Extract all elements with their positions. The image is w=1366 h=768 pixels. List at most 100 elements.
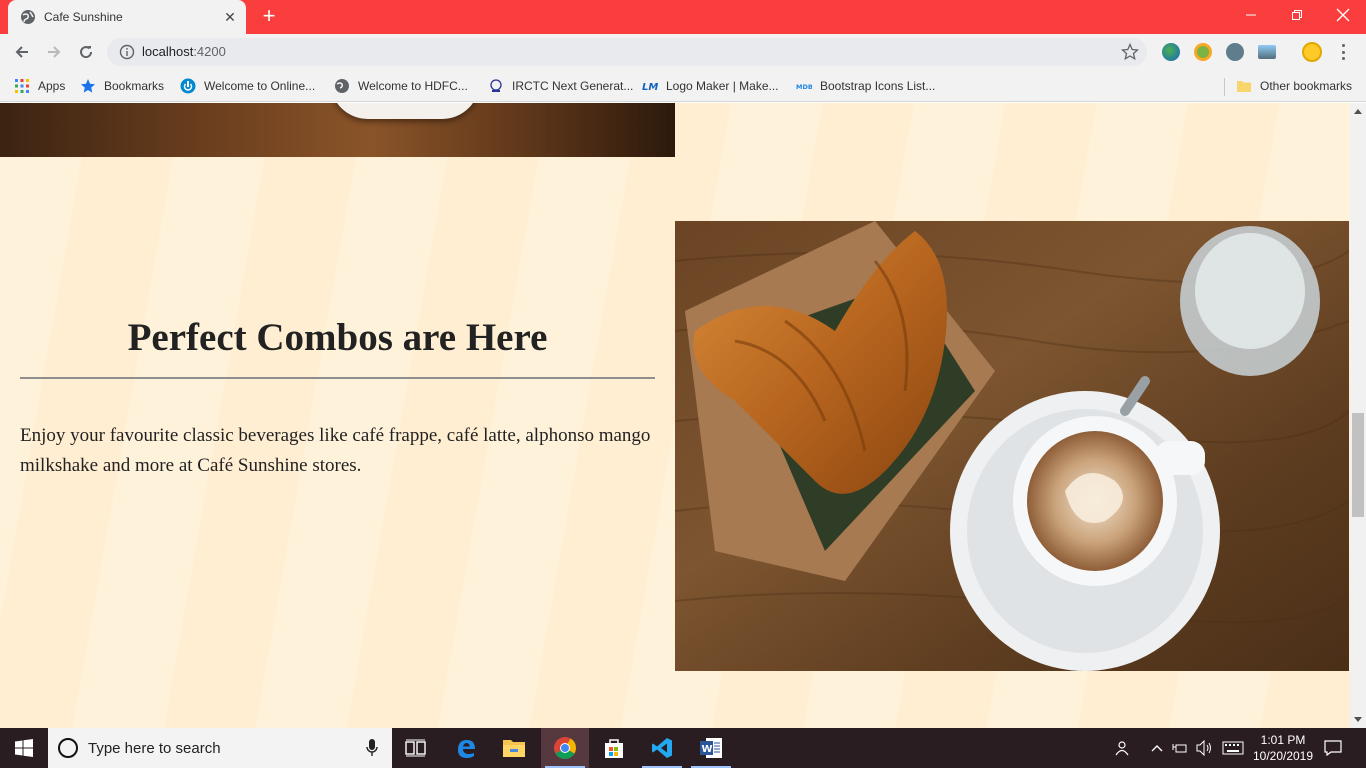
minimize-button[interactable] [1228, 0, 1274, 30]
bookmark-label: Welcome to HDFC... [358, 79, 468, 93]
coffee-cup-graphic [330, 103, 480, 119]
clock-time: 1:01 PM [1260, 733, 1306, 747]
bookmarks-bar: Apps Bookmarks Welcome to Online... Welc… [0, 70, 1366, 102]
page-content: Perfect Combos are Here Enjoy your favou… [0, 103, 1350, 728]
browser-toolbar: localhost:4200 [0, 34, 1366, 70]
battery-plug-icon [1172, 744, 1187, 753]
cortana-icon [58, 738, 78, 758]
forward-button[interactable] [40, 38, 68, 66]
input-method-button[interactable] [1220, 728, 1246, 768]
bookmark-bootstrap-icons[interactable]: MDB Bootstrap Icons List... [796, 76, 935, 96]
word-taskbar-button[interactable]: W [687, 728, 735, 768]
bookmark-label: Bookmarks [104, 79, 165, 93]
croissant-coffee-image [675, 221, 1349, 671]
extension-coin-icon[interactable] [1194, 43, 1212, 61]
menu-icon[interactable] [1336, 42, 1350, 62]
bookmark-irctc[interactable]: IRCTC Next Generat... [488, 76, 633, 96]
people-icon [1115, 741, 1129, 756]
bookmark-star-icon[interactable] [1121, 43, 1139, 61]
windows-logo-icon [15, 739, 33, 757]
page-scrollbar[interactable] [1350, 103, 1366, 728]
svg-text:LM: LM [642, 82, 658, 93]
forward-arrow-icon [48, 46, 61, 58]
back-arrow-icon [15, 46, 28, 58]
keyboard-icon [1222, 741, 1244, 755]
windows-taskbar: Type here to search W 1:01 PM 10/20/2019 [0, 728, 1366, 768]
bookmark-label: Bootstrap Icons List... [820, 79, 936, 93]
bookmarks-separator [1224, 78, 1225, 96]
start-button[interactable] [0, 728, 48, 768]
extension-screenshot-icon[interactable] [1258, 45, 1276, 59]
store-bag-icon [605, 739, 623, 758]
bookmark-label: IRCTC Next Generat... [512, 79, 634, 93]
vscode-taskbar-button[interactable] [638, 728, 686, 768]
scroll-thumb[interactable] [1352, 413, 1364, 517]
scroll-up-icon[interactable] [1354, 109, 1362, 114]
task-view-icon [405, 739, 426, 757]
restore-icon [1292, 10, 1302, 20]
bookmark-label: Logo Maker | Make... [666, 79, 779, 93]
volume-button[interactable] [1194, 728, 1216, 768]
logomaker-icon: LM [642, 82, 658, 93]
bookmark-logo-maker[interactable]: LM Logo Maker | Make... [642, 76, 779, 96]
scroll-down-icon[interactable] [1354, 717, 1362, 722]
tab-close-icon[interactable]: ✕ [218, 5, 242, 29]
bookmark-hdfc[interactable]: Welcome to HDFC... [334, 76, 468, 96]
bookmark-online[interactable]: Welcome to Online... [180, 76, 315, 96]
taskbar-search-box[interactable]: Type here to search [48, 728, 392, 768]
previous-section-image [0, 103, 675, 157]
bookmark-other[interactable]: Other bookmarks [1236, 76, 1352, 96]
taskbar-clock[interactable]: 1:01 PM 10/20/2019 [1250, 732, 1316, 764]
chevron-up-icon [1151, 745, 1163, 752]
power-status-button[interactable] [1170, 728, 1190, 768]
microphone-icon[interactable] [366, 739, 378, 757]
globe-icon [335, 79, 349, 93]
section-paragraph: Enjoy your favourite classic beverages l… [20, 425, 651, 476]
new-tab-button[interactable]: + [256, 5, 282, 29]
svg-text:MDB: MDB [796, 83, 812, 91]
address-bar[interactable]: localhost:4200 [107, 38, 1147, 66]
browser-tab[interactable]: Cafe Sunshine ✕ [8, 0, 246, 34]
tab-title: Cafe Sunshine [44, 10, 123, 24]
irctc-logo-icon [490, 79, 502, 92]
section-heading: Perfect Combos are Here [127, 316, 548, 359]
extension-earth-icon[interactable] [1162, 43, 1180, 61]
apps-grid-icon [15, 79, 29, 93]
restore-button[interactable] [1274, 0, 1320, 30]
clock-date: 10/20/2019 [1252, 749, 1314, 763]
power-circle-icon [180, 78, 196, 94]
bookmark-bookmarks[interactable]: Bookmarks [80, 76, 164, 96]
action-center-button[interactable] [1322, 728, 1344, 768]
chrome-icon [554, 737, 576, 759]
speaker-icon [1196, 740, 1211, 756]
profile-avatar[interactable] [1302, 42, 1322, 62]
chrome-taskbar-button[interactable] [541, 728, 589, 768]
store-taskbar-button[interactable] [590, 728, 638, 768]
svg-text:W: W [702, 744, 713, 755]
back-button[interactable] [8, 38, 36, 66]
task-view-button[interactable] [392, 728, 440, 768]
minimize-icon [1246, 14, 1256, 16]
edge-taskbar-button[interactable] [442, 728, 490, 768]
info-icon[interactable] [119, 44, 135, 60]
mdb-icon: MDB [796, 83, 812, 91]
people-button[interactable] [1110, 728, 1134, 768]
heading-divider [20, 377, 655, 379]
bookmark-apps[interactable]: Apps [14, 76, 65, 96]
bookmark-label: Other bookmarks [1260, 79, 1353, 93]
url-text[interactable]: localhost:4200 [142, 44, 226, 59]
bookmark-label: Welcome to Online... [204, 79, 316, 93]
extension-eye-icon[interactable] [1226, 43, 1244, 61]
globe-icon [21, 10, 35, 24]
edge-icon [458, 740, 475, 758]
bookmark-label: Apps [38, 79, 66, 93]
vscode-icon [652, 738, 672, 758]
reload-button[interactable] [72, 38, 100, 66]
file-explorer-taskbar-button[interactable] [490, 728, 538, 768]
folder-icon [1237, 81, 1251, 92]
notification-icon [1324, 740, 1342, 756]
reload-icon [80, 46, 93, 59]
show-hidden-icons-button[interactable] [1148, 728, 1166, 768]
close-window-button[interactable] [1320, 0, 1366, 30]
browser-titlebar: Cafe Sunshine ✕ + [0, 0, 1366, 34]
